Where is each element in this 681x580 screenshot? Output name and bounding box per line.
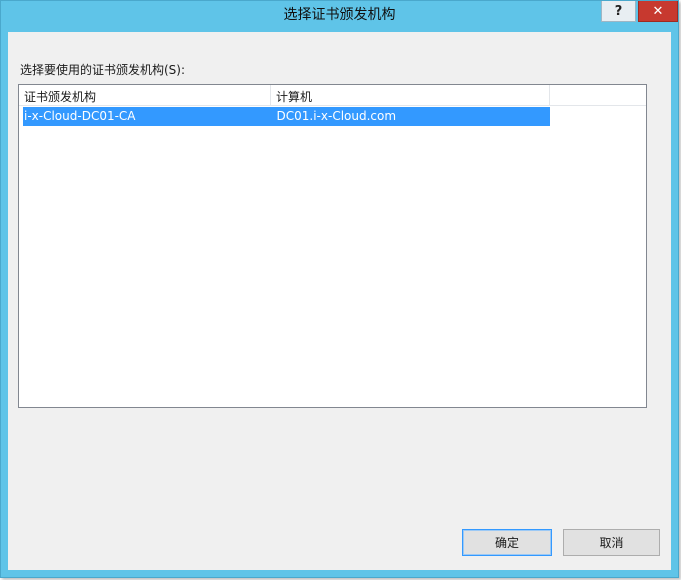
ca-selection-dialog: 选择证书颁发机构 ? ✕ 选择要使用的证书颁发机构(S): 证书颁发机构 计算机… — [0, 0, 679, 578]
close-icon: ✕ — [652, 3, 664, 19]
window-title: 选择证书颁发机构 — [283, 7, 396, 23]
dialog-body: 选择要使用的证书颁发机构(S): 证书颁发机构 计算机 i-x-Cloud-DC… — [8, 32, 671, 570]
help-icon: ? — [614, 3, 623, 19]
list-header: 证书颁发机构 计算机 — [19, 85, 646, 106]
cancel-button[interactable]: 取消 — [563, 529, 660, 556]
list-item-computer: DC01.i-x-Cloud.com — [276, 109, 397, 123]
ok-button[interactable]: 确定 — [462, 529, 552, 556]
ca-list[interactable]: 证书颁发机构 计算机 i-x-Cloud-DC01-CA DC01.i-x-Cl… — [18, 84, 647, 408]
ca-select-label: 选择要使用的证书颁发机构(S): — [20, 63, 186, 77]
close-button[interactable]: ✕ — [638, 1, 678, 22]
title-bar[interactable]: 选择证书颁发机构 ? ✕ — [1, 1, 678, 27]
column-header-computer[interactable]: 计算机 — [271, 85, 550, 106]
column-header-empty — [550, 85, 646, 106]
column-header-ca[interactable]: 证书颁发机构 — [19, 85, 271, 106]
list-item[interactable]: i-x-Cloud-DC01-CA DC01.i-x-Cloud.com — [23, 107, 550, 126]
help-button[interactable]: ? — [601, 1, 636, 22]
list-item-ca: i-x-Cloud-DC01-CA — [24, 109, 136, 123]
